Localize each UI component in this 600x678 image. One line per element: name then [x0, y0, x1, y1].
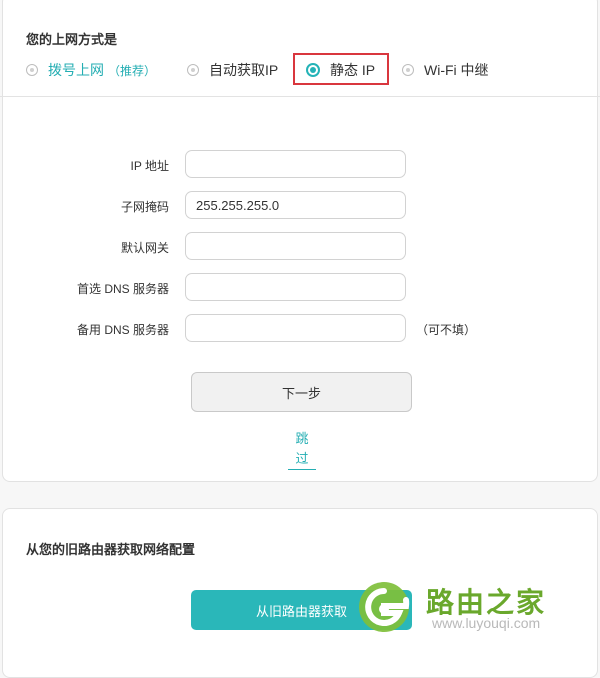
subnet-mask-input[interactable] [185, 191, 406, 219]
secondary-dns-label: 备用 DNS 服务器 [76, 323, 169, 337]
skip-link[interactable]: 跳 过 [288, 429, 316, 470]
old-router-title: 从您的旧路由器获取网络配置 [26, 542, 196, 557]
radio-icon[interactable] [402, 64, 414, 76]
get-from-old-router-button[interactable]: 从旧路由器获取 [191, 590, 412, 630]
skip-link-text-line1: 跳 [295, 431, 309, 446]
radio-option-label: Wi-Fi 中继 [424, 62, 489, 78]
radio-option-label: 自动获取IP [209, 62, 279, 78]
optional-note: （可不填） [416, 323, 477, 337]
ip-address-input[interactable] [185, 150, 406, 178]
default-gateway-label: 默认网关 [120, 241, 169, 255]
next-step-button[interactable]: 下一步 [191, 372, 412, 412]
mode-section-title: 您的上网方式是 [26, 32, 118, 47]
radio-icon[interactable] [26, 64, 38, 76]
section-divider [0, 96, 600, 97]
default-gateway-input[interactable] [185, 232, 406, 260]
skip-link-text-line2: 过 [288, 449, 316, 470]
ip-address-label: IP 地址 [130, 159, 169, 173]
radio-icon[interactable] [187, 64, 199, 76]
secondary-dns-input[interactable] [185, 314, 406, 342]
recommended-note: （推荐） [108, 63, 157, 78]
radio-option-pppoe[interactable]: 拨号上网 （推荐） [26, 59, 156, 81]
highlight-box [293, 53, 389, 85]
radio-option-label: 拨号上网 [48, 62, 104, 78]
radio-option-wifi-repeater[interactable]: Wi-Fi 中继 [402, 59, 489, 81]
radio-option-dhcp[interactable]: 自动获取IP [187, 59, 278, 81]
primary-dns-label: 首选 DNS 服务器 [76, 282, 169, 296]
primary-dns-input[interactable] [185, 273, 406, 301]
subnet-mask-label: 子网掩码 [120, 200, 169, 214]
